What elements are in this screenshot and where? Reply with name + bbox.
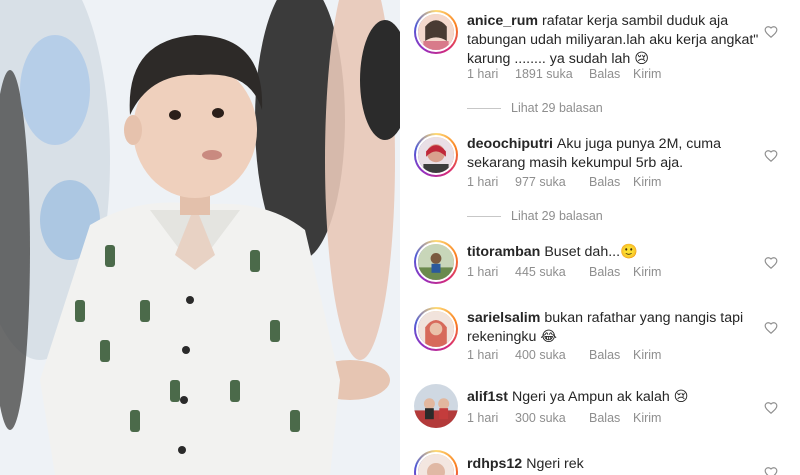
comment-meta: 1 hari 300 suka Balas Kirim	[467, 411, 661, 425]
avatar-image	[418, 454, 454, 475]
reply-button[interactable]: Balas	[589, 265, 633, 279]
comment-username[interactable]: deoochiputri	[467, 136, 553, 152]
comment-username[interactable]: anice_rum	[467, 13, 538, 29]
comments-panel: anice_rum rafatar kerja sambil duduk aja …	[400, 0, 800, 475]
comment-likes[interactable]: 977 suka	[515, 175, 589, 189]
heart-icon[interactable]	[764, 401, 778, 415]
heart-icon[interactable]	[764, 149, 778, 163]
heart-icon[interactable]	[764, 256, 778, 270]
comment-meta: 1 hari 977 suka Balas Kirim	[467, 175, 661, 189]
send-button[interactable]: Kirim	[633, 67, 661, 81]
comment-username[interactable]: sarielsalim	[467, 310, 540, 326]
comment-time: 1 hari	[467, 67, 499, 81]
view-replies-label[interactable]: Lihat 29 balasan	[511, 101, 603, 115]
comment-likes[interactable]: 300 suka	[515, 411, 589, 425]
comment-time: 1 hari	[467, 265, 499, 279]
avatar[interactable]	[414, 450, 458, 475]
comment-username[interactable]: titoramban	[467, 244, 540, 260]
comment-meta: 1 hari 445 suka Balas Kirim	[467, 265, 661, 279]
avatar-image	[418, 244, 454, 280]
comment-text: sarielsalim bukan rafathar yang nangis ta…	[467, 309, 767, 347]
comment-time: 1 hari	[467, 411, 499, 425]
send-button[interactable]: Kirim	[633, 265, 661, 279]
avatar[interactable]	[414, 307, 458, 351]
view-replies-link[interactable]: Lihat 29 balasan	[467, 209, 603, 223]
comment-username[interactable]: alif1st	[467, 389, 508, 405]
comment-text: alif1st Ngeri ya Ampun ak kalah 😢	[467, 388, 767, 407]
replies-divider	[467, 216, 501, 218]
comment-username[interactable]: rdhps12	[467, 456, 522, 472]
heart-icon[interactable]	[764, 466, 778, 475]
comment-text: rdhps12 Ngeri rek	[467, 455, 767, 474]
send-button[interactable]: Kirim	[633, 411, 661, 425]
comment-likes[interactable]: 1891 suka	[515, 67, 589, 81]
avatar[interactable]	[414, 384, 458, 428]
avatar-image	[418, 311, 454, 347]
reply-button[interactable]: Balas	[589, 67, 633, 81]
avatar-image	[418, 137, 454, 173]
view-replies-label[interactable]: Lihat 29 balasan	[511, 209, 603, 223]
view-replies-link[interactable]: Lihat 29 balasan	[467, 101, 603, 115]
reply-button[interactable]: Balas	[589, 348, 633, 362]
avatar-image	[414, 384, 458, 428]
comment-text: titoramban Buset dah...🙂	[467, 243, 767, 262]
send-button[interactable]: Kirim	[633, 175, 661, 189]
comment-time: 1 hari	[467, 175, 499, 189]
comment-likes[interactable]: 445 suka	[515, 265, 589, 279]
avatar-image	[418, 14, 454, 50]
comment-likes[interactable]: 400 suka	[515, 348, 589, 362]
heart-icon[interactable]	[764, 25, 778, 39]
comment-meta: 1 hari 400 suka Balas Kirim	[467, 348, 661, 362]
comment-body: Ngeri rek	[526, 456, 584, 472]
comment-body: Buset dah...🙂	[544, 244, 638, 260]
avatar[interactable]	[414, 133, 458, 177]
post-photo	[0, 0, 400, 475]
child-photo-illustration	[0, 0, 400, 475]
comment-meta: 1 hari 1891 suka Balas Kirim	[467, 67, 661, 81]
comment-text: deoochiputri Aku juga punya 2M, cuma seka…	[467, 135, 767, 173]
send-button[interactable]: Kirim	[633, 348, 661, 362]
heart-icon[interactable]	[764, 321, 778, 335]
comment-text: anice_rum rafatar kerja sambil duduk aja …	[467, 12, 767, 69]
avatar[interactable]	[414, 240, 458, 284]
reply-button[interactable]: Balas	[589, 175, 633, 189]
reply-button[interactable]: Balas	[589, 411, 633, 425]
comment-body: Ngeri ya Ampun ak kalah 😢	[512, 389, 689, 405]
comment-time: 1 hari	[467, 348, 499, 362]
replies-divider	[467, 108, 501, 110]
avatar[interactable]	[414, 10, 458, 54]
